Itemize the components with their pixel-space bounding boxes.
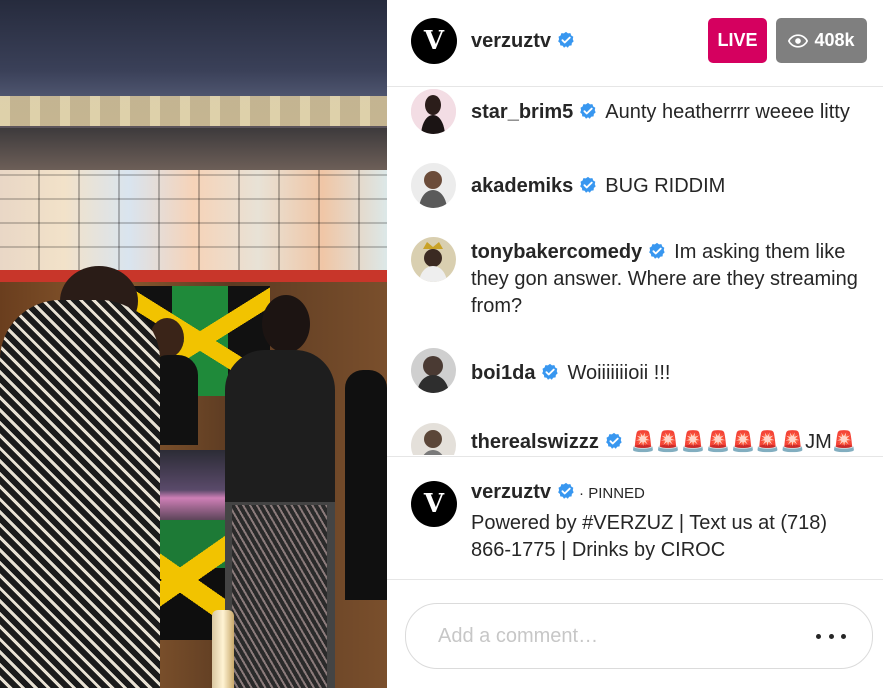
live-badge: LIVE <box>708 18 767 63</box>
pinned-tag: · PINNED <box>579 485 645 502</box>
comment-text: Woiiiiiiioii !!! <box>567 362 671 384</box>
comment-composer <box>405 603 873 669</box>
comment-username[interactable]: star_brim5 <box>471 101 573 123</box>
pinned-avatar[interactable]: V <box>411 481 457 527</box>
video-lights <box>0 96 387 126</box>
video-person-right <box>345 370 387 600</box>
video-person-center-head <box>262 295 310 353</box>
comment-username[interactable]: boi1da <box>471 362 535 384</box>
video-person-center-legs <box>232 505 327 688</box>
more-dot-icon <box>828 633 834 639</box>
video-bottle <box>212 610 234 688</box>
pinned-avatar-letter: V <box>423 489 445 519</box>
comment-body: star_brim5 Aunty heatherrrr weeee litty <box>471 99 869 126</box>
user-avatar-icon <box>411 423 456 455</box>
more-dot-icon <box>841 633 846 639</box>
comment-avatar[interactable] <box>411 163 456 208</box>
eye-icon <box>788 33 809 48</box>
host-avatar-letter: V <box>423 26 445 56</box>
pinned-header: verzuztv · PINNED <box>471 481 645 504</box>
comment-text: 🚨🚨🚨🚨🚨🚨🚨JM🚨 <box>630 431 857 453</box>
more-dot-icon <box>816 633 821 639</box>
verified-badge-icon <box>580 102 596 119</box>
pinned-username[interactable]: verzuztv <box>471 481 551 503</box>
live-header: V verzuztv LIVE 408k <box>387 0 883 87</box>
comment-input[interactable] <box>436 618 780 654</box>
host-username-text: verzuztv <box>471 30 552 52</box>
comment-body: akademiks BUG RIDDIM <box>471 173 869 200</box>
verified-badge-icon <box>649 242 665 259</box>
video-person-left <box>0 300 160 688</box>
comment-username[interactable]: akademiks <box>471 175 573 197</box>
comment-body: boi1da Woiiiiiiioii !!! <box>471 360 869 387</box>
verified-badge-icon <box>580 176 596 193</box>
viewer-count-badge[interactable]: 408k <box>776 18 867 63</box>
user-avatar-icon <box>411 89 456 134</box>
user-avatar-icon <box>411 163 456 208</box>
user-avatar-icon <box>411 348 456 393</box>
video-poster-wall <box>0 170 387 270</box>
viewer-count: 408k <box>814 30 855 50</box>
comment-username[interactable]: therealswizzz <box>471 431 599 453</box>
comment-body: tonybakercomedy Im asking them like they … <box>471 239 869 320</box>
comment-body: therealswizzz 🚨🚨🚨🚨🚨🚨🚨JM🚨 <box>471 429 869 455</box>
comment-avatar[interactable] <box>411 89 456 134</box>
comment-username[interactable]: tonybakercomedy <box>471 241 642 263</box>
comment-text: Aunty heatherrrr weeee litty <box>605 101 850 123</box>
comment-text: BUG RIDDIM <box>605 175 726 197</box>
pinned-comment: V verzuztv · PINNED Powered by #VERZUZ | … <box>387 456 883 580</box>
host-username[interactable]: verzuztv <box>471 30 575 53</box>
comment-avatar[interactable] <box>411 423 456 455</box>
live-chat-panel: V verzuztv LIVE 408k star_brim5 Aunty he… <box>387 0 883 688</box>
comment-avatar[interactable] <box>411 237 456 282</box>
pinned-text: Powered by #VERZUZ | Text us at (718) 86… <box>471 512 828 561</box>
comment-avatar[interactable] <box>411 348 456 393</box>
verified-badge-icon <box>605 432 622 449</box>
verified-badge-icon <box>542 363 559 380</box>
video-band <box>0 128 387 170</box>
verified-badge-icon <box>558 482 574 499</box>
live-video[interactable] <box>0 0 387 688</box>
host-avatar[interactable]: V <box>411 18 457 64</box>
more-options-button[interactable] <box>816 626 846 646</box>
verified-badge-icon <box>558 31 574 48</box>
video-ceiling <box>0 0 387 100</box>
user-avatar-icon <box>411 237 456 282</box>
video-red-trim <box>0 270 387 282</box>
comment-list[interactable]: star_brim5 Aunty heatherrrr weeee litty a… <box>387 87 883 455</box>
